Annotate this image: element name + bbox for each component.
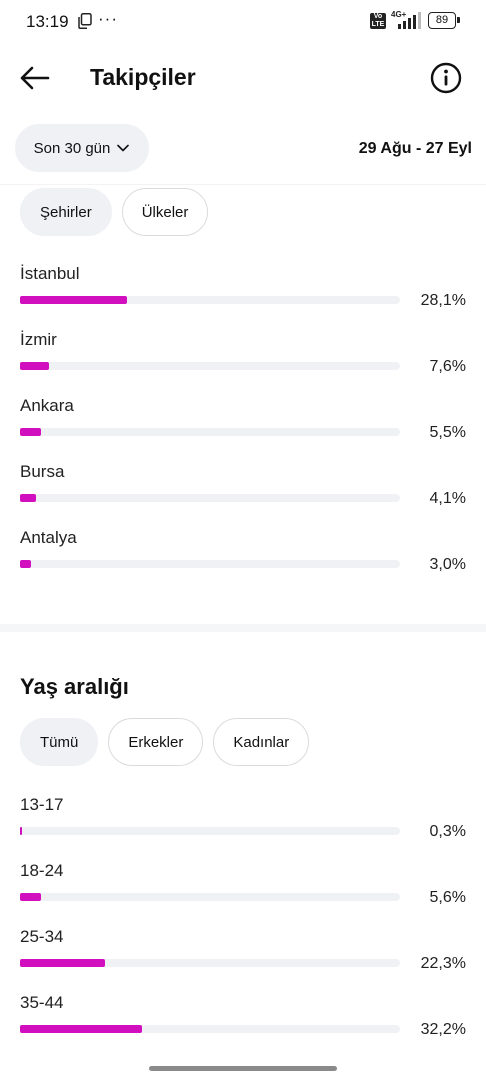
back-arrow-icon[interactable] — [14, 58, 54, 98]
percentage-bar — [20, 362, 400, 370]
clipboard-icon — [78, 13, 92, 29]
percentage-value: 4,1% — [429, 490, 466, 507]
list-item: Antalya 3,0% — [20, 528, 466, 594]
signal-icon: 4G+ — [391, 10, 421, 29]
percentage-bar — [20, 428, 400, 436]
percentage-bar-fill — [20, 827, 22, 835]
percentage-bar-fill — [20, 560, 32, 568]
age-label: 13-17 — [20, 795, 64, 814]
percentage-bar-fill — [20, 1025, 143, 1033]
city-label: Ankara — [20, 396, 74, 415]
list-item: 25-34 22,3% — [20, 927, 466, 993]
list-item: 35-44 32,2% — [20, 993, 466, 1059]
percentage-bar — [20, 560, 400, 568]
tab-women[interactable]: Kadınlar — [213, 718, 310, 766]
date-range-dropdown[interactable]: Son 30 gün — [15, 124, 149, 172]
age-label: 25-34 — [20, 927, 64, 946]
percentage-bar — [20, 827, 400, 835]
city-label: İstanbul — [20, 264, 80, 283]
city-label: İzmir — [20, 330, 57, 349]
status-bar: 13:19 ··· Vo LTE 4G+ 89 — [0, 0, 486, 44]
list-item: 13-17 0,3% — [20, 795, 466, 861]
more-notifications-icon: ··· — [98, 9, 118, 28]
list-item: İzmir 7,6% — [20, 330, 466, 396]
percentage-value: 5,6% — [429, 889, 466, 906]
percentage-bar — [20, 959, 400, 967]
date-range-text: 29 Ağu - 27 Eyl — [358, 140, 472, 157]
city-list: İstanbul 28,1% İzmir 7,6% Ankara 5,5% Bu… — [20, 264, 466, 594]
city-label: Antalya — [20, 528, 77, 547]
chevron-down-icon — [117, 144, 130, 152]
location-tabs: Şehirler Ülkeler — [20, 188, 209, 236]
home-indicator[interactable] — [149, 1066, 337, 1071]
list-item: İstanbul 28,1% — [20, 264, 466, 330]
tab-all[interactable]: Tümü — [20, 718, 99, 766]
svg-text:4G+: 4G+ — [391, 10, 407, 19]
tab-men[interactable]: Erkekler — [108, 718, 204, 766]
date-range-dropdown-label: Son 30 gün — [33, 139, 111, 157]
percentage-bar — [20, 893, 400, 901]
city-label: Bursa — [20, 462, 65, 481]
age-label: 18-24 — [20, 861, 64, 880]
age-tabs: Tümü Erkekler Kadınlar — [20, 718, 310, 766]
percentage-value: 7,6% — [429, 358, 466, 375]
percentage-bar — [20, 494, 400, 502]
percentage-bar-fill — [20, 362, 49, 370]
percentage-value: 5,5% — [429, 424, 466, 441]
page-title: Takipçiler — [90, 64, 196, 90]
percentage-value: 3,0% — [429, 556, 466, 573]
percentage-bar-fill — [20, 959, 105, 967]
percentage-value: 0,3% — [429, 823, 466, 840]
percentage-bar-fill — [20, 428, 41, 436]
percentage-bar-fill — [20, 296, 127, 304]
tab-countries[interactable]: Ülkeler — [121, 188, 209, 236]
divider — [0, 184, 486, 185]
volte-icon: Vo LTE — [370, 13, 386, 29]
app-bar: Takipçiler — [0, 44, 486, 108]
list-item: Ankara 5,5% — [20, 396, 466, 462]
percentage-value: 28,1% — [420, 292, 466, 309]
section-divider — [0, 624, 486, 632]
age-list: 13-17 0,3% 18-24 5,6% 25-34 22,3% 35-44 … — [20, 795, 466, 1059]
list-item: Bursa 4,1% — [20, 462, 466, 528]
tab-cities[interactable]: Şehirler — [20, 188, 112, 236]
age-label: 35-44 — [20, 993, 64, 1012]
battery-icon: 89 — [428, 12, 460, 29]
status-time: 13:19 — [26, 12, 69, 31]
percentage-value: 32,2% — [420, 1021, 466, 1038]
list-item: 18-24 5,6% — [20, 861, 466, 927]
percentage-bar-fill — [20, 893, 42, 901]
section-title-age: Yaş aralığı — [20, 674, 129, 699]
percentage-bar — [20, 296, 400, 304]
percentage-value: 22,3% — [420, 955, 466, 972]
info-icon[interactable] — [428, 60, 464, 96]
percentage-bar-fill — [20, 494, 36, 502]
percentage-bar — [20, 1025, 400, 1033]
